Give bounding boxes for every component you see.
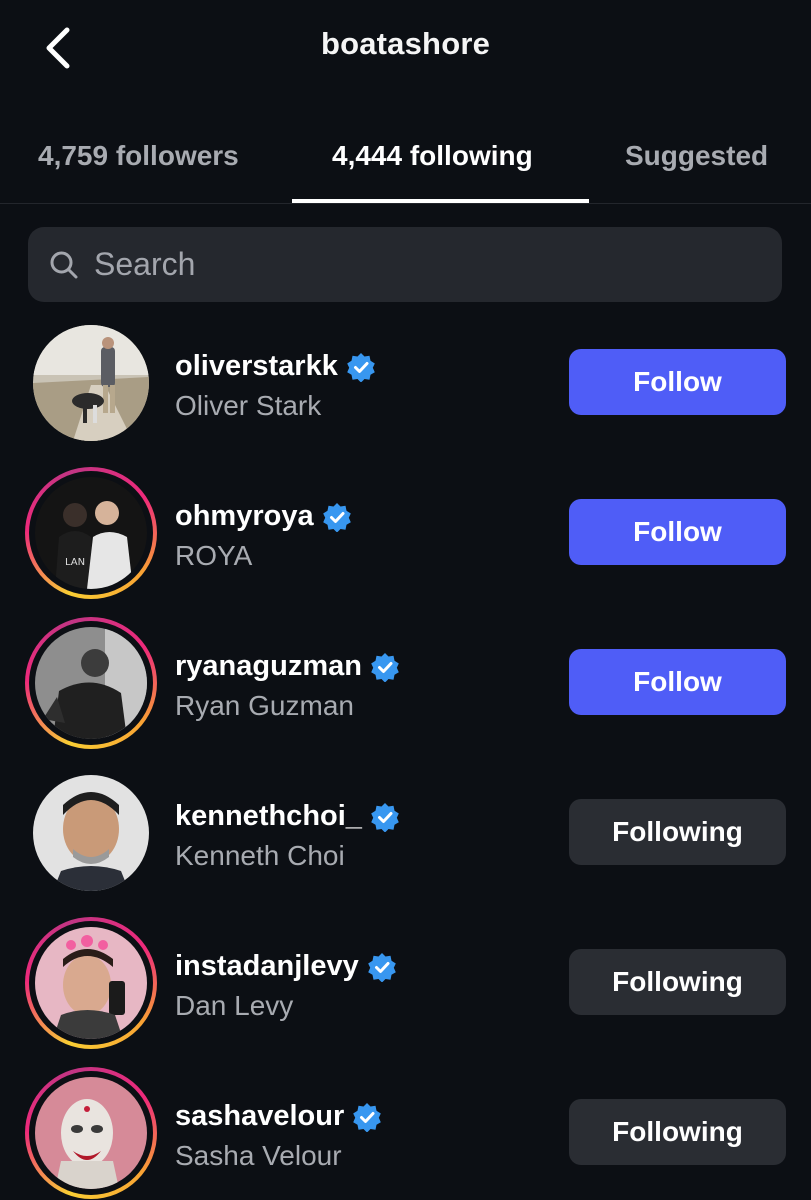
username[interactable]: ohmyroya <box>175 500 352 533</box>
follow-button[interactable]: Follow <box>569 649 786 715</box>
username[interactable]: sashavelour <box>175 1100 382 1133</box>
list-item[interactable]: LAN ohmyroya ROYA Follow <box>0 458 811 608</box>
avatar[interactable] <box>25 917 157 1049</box>
following-button[interactable]: Following <box>569 1099 786 1165</box>
username[interactable]: kennethchoi_ <box>175 800 400 833</box>
verified-badge-icon <box>370 652 400 682</box>
avatar-image <box>33 325 149 441</box>
username-text: kennethchoi_ <box>175 800 362 832</box>
list-item[interactable]: oliverstarkk Oliver Stark Follow <box>0 308 811 458</box>
following-button[interactable]: Following <box>569 799 786 865</box>
username[interactable]: instadanjlevy <box>175 950 397 983</box>
list-item[interactable]: instadanjlevy Dan Levy Following <box>0 908 811 1058</box>
svg-text:LAN: LAN <box>65 557 85 568</box>
avatar-image: LAN <box>35 477 147 589</box>
follow-button[interactable]: Follow <box>569 499 786 565</box>
avatar[interactable] <box>25 767 157 899</box>
avatar[interactable] <box>25 617 157 749</box>
list-item[interactable]: ryanaguzman Ryan Guzman Follow <box>0 608 811 758</box>
search-icon <box>48 249 80 281</box>
tab-followers[interactable]: 4,759 followers <box>38 140 239 172</box>
tab-following[interactable]: 4,444 following <box>332 140 533 172</box>
list-item[interactable]: sashavelour Sasha Velour Following <box>0 1058 811 1200</box>
follow-button[interactable]: Follow <box>569 349 786 415</box>
avatar[interactable] <box>25 317 157 449</box>
username[interactable]: ryanaguzman <box>175 650 400 683</box>
tab-suggested[interactable]: Suggested <box>625 140 768 172</box>
verified-badge-icon <box>352 1102 382 1132</box>
search-input[interactable] <box>94 246 734 283</box>
avatar-image <box>35 627 147 739</box>
verified-badge-icon <box>346 352 376 382</box>
full-name: Sasha Velour <box>175 1140 342 1171</box>
following-button[interactable]: Following <box>569 949 786 1015</box>
username-text: instadanjlevy <box>175 950 359 982</box>
avatar-image <box>35 1077 147 1189</box>
avatar[interactable] <box>25 1067 157 1199</box>
header: boatashore <box>0 0 811 95</box>
page-title: boatashore <box>320 26 491 61</box>
username-text: ohmyroya <box>175 500 314 532</box>
active-tab-indicator <box>292 199 589 203</box>
avatar-image <box>35 927 147 1039</box>
verified-badge-icon <box>322 502 352 532</box>
search-bar[interactable] <box>28 227 782 302</box>
full-name: ROYA <box>175 540 253 571</box>
full-name: Dan Levy <box>175 990 294 1021</box>
avatar-image <box>33 775 149 891</box>
list-item[interactable]: kennethchoi_ Kenneth Choi Following <box>0 758 811 908</box>
verified-badge-icon <box>370 802 400 832</box>
full-name: Kenneth Choi <box>175 840 345 871</box>
username-text: sashavelour <box>175 1100 345 1132</box>
username-text: oliverstarkk <box>175 350 338 382</box>
username[interactable]: oliverstarkk <box>175 350 376 383</box>
following-screen: boatashore 4,759 followers 4,444 followi… <box>0 0 811 1200</box>
full-name: Oliver Stark <box>175 390 322 421</box>
verified-badge-icon <box>367 952 397 982</box>
avatar[interactable]: LAN <box>25 467 157 599</box>
full-name: Ryan Guzman <box>175 690 354 721</box>
tab-bar: 4,759 followers 4,444 following Suggeste… <box>0 118 811 204</box>
username-text: ryanaguzman <box>175 650 362 682</box>
